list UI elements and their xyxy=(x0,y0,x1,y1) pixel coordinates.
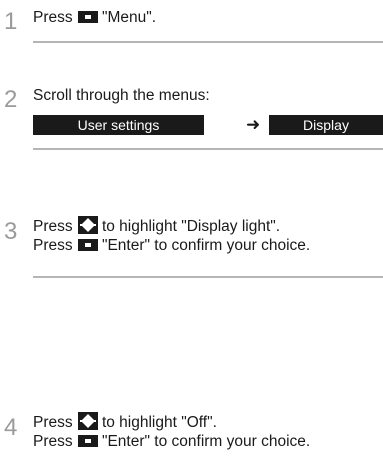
step-1-line-1-after: "Menu". xyxy=(101,9,157,26)
step-1-line-1: Press "Menu". xyxy=(33,8,156,28)
step-4-line-2-before: Press xyxy=(33,433,73,450)
up-down-arrow-icon xyxy=(77,216,98,234)
step-number-1: 1 xyxy=(4,8,18,35)
step-3-line-1: Press to highlight "Display light". xyxy=(33,216,280,237)
right-arrow-icon: ➜ xyxy=(246,115,261,134)
step-4-line-2-after: "Enter" to confirm your choice. xyxy=(101,433,311,450)
step-1-divider xyxy=(33,41,383,43)
step-4-line-2: Press "Enter" to confirm your choice. xyxy=(33,432,310,452)
step-3-line-1-after: to highlight "Display light". xyxy=(101,218,281,235)
step-2-divider xyxy=(33,148,383,150)
menu-path: User settings ➜ Display xyxy=(33,115,383,135)
step-3-line-2: Press "Enter" to confirm your choice. xyxy=(33,236,310,256)
menu-box-display: Display xyxy=(269,115,383,135)
step-4-line-1-before: Press xyxy=(33,414,73,431)
step-1-line-1-before: Press xyxy=(33,9,73,26)
step-4-line-1-after: to highlight "Off". xyxy=(101,414,217,431)
step-3-divider xyxy=(33,276,383,278)
step-4-line-1: Press to highlight "Off". xyxy=(33,412,217,433)
up-down-arrow-icon xyxy=(77,412,98,430)
step-3-line-2-after: "Enter" to confirm your choice. xyxy=(101,237,311,254)
menu-key-icon xyxy=(77,11,98,23)
instruction-page: 1 Press "Menu". 2 Scroll through the men… xyxy=(0,0,383,458)
step-number-2: 2 xyxy=(4,86,18,113)
step-number-3: 3 xyxy=(4,218,18,245)
step-2-line-1: Scroll through the menus: xyxy=(33,87,210,104)
step-3-line-1-before: Press xyxy=(33,218,73,235)
step-3-line-2-before: Press xyxy=(33,237,73,254)
menu-key-icon xyxy=(77,239,98,251)
step-number-4: 4 xyxy=(4,414,18,441)
menu-box-user-settings: User settings xyxy=(33,115,204,135)
menu-key-icon xyxy=(77,435,98,447)
